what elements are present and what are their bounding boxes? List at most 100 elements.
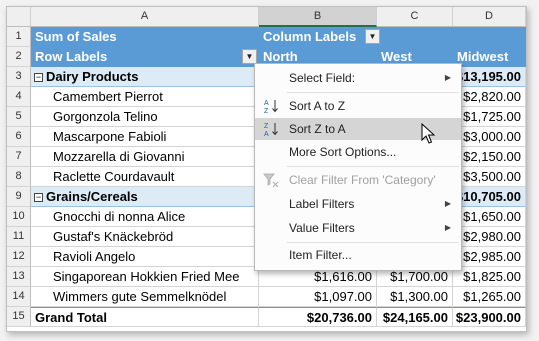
column-labels-filter-button[interactable]: ▼	[365, 29, 380, 44]
collapse-toggle-icon[interactable]: −	[34, 193, 43, 202]
grand-total-row: 15 Grand Total $20,736.00 $24,165.00 $23,900…	[7, 307, 526, 327]
row-number[interactable]: 7	[7, 147, 31, 167]
value-cell-b[interactable]: $1,097.00	[259, 287, 377, 307]
menu-item-label-filters[interactable]: Label Filters ▶	[255, 193, 461, 215]
select-all-corner[interactable]	[7, 7, 31, 27]
sheet-row-1: 1 Sum of Sales Column Labels	[7, 27, 526, 47]
row-label-cell[interactable]: Mascarpone Fabioli	[31, 127, 259, 147]
row-label-cell[interactable]: Gorgonzola Telino	[31, 107, 259, 127]
value-cell-d[interactable]: $10,705.00	[453, 187, 526, 207]
row-labels-cell[interactable]: Row Labels	[31, 47, 259, 67]
value-cell-d[interactable]: $1,825.00	[453, 267, 526, 287]
row-label-cell[interactable]: Raclette Courdavault	[31, 167, 259, 187]
submenu-arrow-icon: ▶	[444, 223, 451, 232]
row-number[interactable]: 2	[7, 47, 31, 67]
clear-filter-icon	[263, 173, 279, 188]
svg-text:A: A	[264, 131, 269, 137]
row-label-cell[interactable]: Camembert Pierrot	[31, 87, 259, 107]
menu-separator	[287, 242, 459, 243]
collapse-toggle-icon[interactable]: −	[34, 73, 43, 82]
menu-item-sort-a-to-z[interactable]: A Z Sort A to Z	[255, 95, 461, 117]
row-number[interactable]: 12	[7, 247, 31, 267]
column-header-d[interactable]: D	[453, 7, 526, 27]
row-number[interactable]: 14	[7, 287, 31, 307]
spreadsheet: A B C D 1 Sum of Sales Column Labels ▼ 2…	[6, 6, 527, 332]
value-cell-d[interactable]: $3,500.00	[453, 167, 526, 187]
value-cell-b[interactable]: $20,736.00	[259, 307, 377, 327]
value-cell-d[interactable]: $1,725.00	[453, 107, 526, 127]
table-row: 14 Wimmers gute Semmelknödel $1,097.00 $1,3…	[7, 287, 526, 307]
row-label-cell[interactable]: Mozzarella di Giovanni	[31, 147, 259, 167]
column-header-row: A B C D	[7, 7, 526, 27]
menu-item-value-filters[interactable]: Value Filters ▶	[255, 217, 461, 239]
row-labels-dropdown-menu: Select Field: ▶ A Z Sort A to Z Z A Sort…	[254, 63, 462, 271]
svg-text:A: A	[264, 100, 269, 107]
row-label-text: Grand Total	[35, 310, 107, 325]
value-cell-d[interactable]: $2,985.00	[453, 247, 526, 267]
sum-of-sales-cell[interactable]: Sum of Sales	[31, 27, 259, 47]
row-label-cell[interactable]: − Grains/Cereals	[31, 187, 259, 207]
column-labels-text: Column Labels	[263, 29, 357, 44]
value-cell-d[interactable]: $2,820.00	[453, 87, 526, 107]
column-header-b[interactable]: B	[259, 7, 377, 27]
value-cell-c[interactable]: $24,165.00	[377, 307, 453, 327]
value-cell-d[interactable]: $2,980.00	[453, 227, 526, 247]
value-cell-d[interactable]: $23,900.00	[453, 307, 526, 327]
sort-az-icon: A Z	[264, 100, 278, 114]
menu-item-label: Select Field:	[289, 71, 356, 85]
row-number[interactable]: 3	[7, 67, 31, 87]
menu-item-item-filter[interactable]: Item Filter...	[255, 244, 461, 266]
menu-item-label: Label Filters	[289, 197, 355, 211]
row-number[interactable]: 6	[7, 127, 31, 147]
row-number[interactable]: 1	[7, 27, 31, 47]
row-label-cell[interactable]: Grand Total	[31, 307, 259, 327]
sort-za-icon: Z A	[264, 123, 278, 137]
submenu-arrow-icon: ▶	[444, 199, 451, 208]
menu-item-label: More Sort Options...	[289, 145, 397, 159]
row-number[interactable]: 8	[7, 167, 31, 187]
row-number[interactable]: 5	[7, 107, 31, 127]
menu-item-label: Clear Filter From 'Category'	[289, 173, 436, 187]
menu-item-select-field[interactable]: Select Field: ▶	[255, 67, 461, 89]
column-header-a[interactable]: A	[31, 7, 259, 27]
column-header-c[interactable]: C	[377, 7, 453, 27]
row-number[interactable]: 15	[7, 307, 31, 327]
menu-item-label: Sort Z to A	[289, 122, 346, 136]
value-cell-d[interactable]: $13,195.00	[453, 67, 526, 87]
row-label-text: Raclette Courdavault	[53, 169, 175, 184]
menu-separator	[287, 92, 459, 93]
value-cell-d[interactable]: $1,265.00	[453, 287, 526, 307]
row-label-text: Dairy Products	[46, 69, 139, 84]
row-label-text: Mascarpone Fabioli	[53, 129, 167, 144]
row-number[interactable]: 13	[7, 267, 31, 287]
row-label-cell[interactable]: Gnocchi di nonna Alice	[31, 207, 259, 227]
row-label-text: Gorgonzola Telino	[53, 109, 158, 124]
col-d-header-cell[interactable]: Midwest	[453, 47, 526, 67]
value-cell-d[interactable]: $2,150.00	[453, 147, 526, 167]
row-label-cell[interactable]: Wimmers gute Semmelknödel	[31, 287, 259, 307]
row-label-cell[interactable]: Singaporean Hokkien Fried Mee	[31, 267, 259, 287]
row-number[interactable]: 9	[7, 187, 31, 207]
row-label-text: Gnocchi di nonna Alice	[53, 209, 186, 224]
menu-item-label: Sort A to Z	[289, 99, 346, 113]
row-number[interactable]: 4	[7, 87, 31, 107]
value-cell-d[interactable]: $3,000.00	[453, 127, 526, 147]
submenu-arrow-icon: ▶	[444, 73, 451, 82]
row-label-text: Singaporean Hokkien Fried Mee	[53, 269, 240, 284]
row-label-text: Gustaf's Knäckebröd	[53, 229, 174, 244]
value-cell-d[interactable]: $1,650.00	[453, 207, 526, 227]
menu-item-clear-filter[interactable]: Clear Filter From 'Category'	[255, 169, 461, 191]
value-cell-c[interactable]: $1,300.00	[377, 287, 453, 307]
svg-text:Z: Z	[264, 123, 269, 130]
cell-d1[interactable]	[453, 27, 526, 47]
row-label-cell[interactable]: Gustaf's Knäckebröd	[31, 227, 259, 247]
row-label-text: Camembert Pierrot	[53, 89, 163, 104]
row-number[interactable]: 10	[7, 207, 31, 227]
row-number[interactable]: 11	[7, 227, 31, 247]
row-labels-filter-button[interactable]: ▼	[242, 49, 257, 64]
column-labels-cell[interactable]: Column Labels	[259, 27, 377, 47]
menu-item-label: Item Filter...	[289, 248, 352, 262]
cell-c1[interactable]	[377, 27, 453, 47]
row-label-cell[interactable]: Ravioli Angelo	[31, 247, 259, 267]
row-label-cell[interactable]: − Dairy Products	[31, 67, 259, 87]
